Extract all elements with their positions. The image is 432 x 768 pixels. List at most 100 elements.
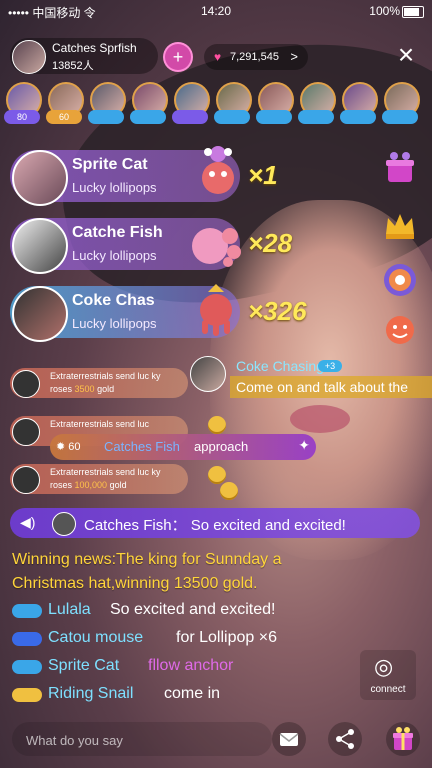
viewer-level-badge xyxy=(340,110,376,124)
viewer-avatar-item[interactable] xyxy=(382,80,420,128)
connect-button[interactable]: ◎ connect xyxy=(360,650,416,700)
viewer-avatar-item[interactable]: 60 xyxy=(46,80,84,128)
clock: 14:20 xyxy=(200,4,232,18)
coin-icon xyxy=(220,482,238,500)
host-viewer-count: 13852人 xyxy=(52,60,94,72)
host-name: Catches Sprfish xyxy=(52,41,137,55)
gift-sender-name: Coke Chas xyxy=(72,292,155,309)
banner-avatar xyxy=(52,512,76,536)
share-button[interactable] xyxy=(328,722,362,756)
background-lips xyxy=(290,405,350,433)
viewer-avatar-item[interactable] xyxy=(172,80,210,128)
chat-message: Come on and talk about the xyxy=(230,376,432,398)
host-avatar[interactable] xyxy=(12,40,46,74)
gift-sender-avatar[interactable] xyxy=(12,218,68,274)
chat-text: fllow anchor xyxy=(148,657,234,674)
level-badge: +3 xyxy=(318,360,342,372)
approach-text: approach xyxy=(194,439,249,454)
featured-chat: Coke Chasing +3 Come on and talk about t… xyxy=(190,356,432,400)
gift-multiplier: ×1 xyxy=(248,160,278,190)
gift-name: Lucky lollipops xyxy=(72,180,157,195)
chat-username[interactable]: Lulala xyxy=(48,601,91,619)
follow-button[interactable]: + xyxy=(165,44,191,70)
mail-button[interactable] xyxy=(272,722,306,756)
viewer-avatar-item[interactable] xyxy=(298,80,336,128)
status-bar: ••••• 中国移动 令 14:20 100% xyxy=(0,0,432,22)
viewer-level-badge xyxy=(298,110,334,124)
viewer-avatar-item[interactable] xyxy=(256,80,294,128)
winning-news: Winning news:The king for Sunnday a Chri… xyxy=(12,551,282,592)
viewer-avatar-item[interactable] xyxy=(130,80,168,128)
notice-avatar xyxy=(12,370,40,398)
broadcast-banner: ◀) Catches Fish： So excited and excited! xyxy=(10,508,420,538)
coins-value: 7,291,545 xyxy=(230,51,279,63)
viewer-level-badge xyxy=(256,110,292,124)
notice-text: Extraterrestrials send luc ky roses 100,… xyxy=(50,467,161,490)
chat-username[interactable]: Sprite Cat xyxy=(48,657,119,675)
viewer-avatar-item[interactable] xyxy=(214,80,252,128)
crown-icon[interactable] xyxy=(380,206,420,246)
gift-multiplier: ×326 xyxy=(248,296,307,326)
banner-text: Catches Fish： So excited and excited! xyxy=(84,517,346,534)
notice-avatar xyxy=(12,466,40,494)
heart-icon: ♥ xyxy=(214,50,222,64)
approach-username[interactable]: Catches Fish xyxy=(104,439,180,454)
level-badge: ✹ 60 xyxy=(56,441,81,453)
chat-input[interactable] xyxy=(24,728,258,752)
viewer-list: 80 60 xyxy=(2,80,432,128)
chat-text: for Lollipop ×6 xyxy=(176,629,277,646)
notice-avatar xyxy=(12,418,40,446)
chat-avatar[interactable] xyxy=(190,356,226,392)
viewer-level-badge: 80 xyxy=(4,110,40,124)
gift-name: Lucky lollipops xyxy=(72,248,157,263)
gift-notice: Extraterrestrials send luc ky roses 3500… xyxy=(10,368,188,398)
gift-row: Coke Chas Lucky lollipops xyxy=(10,284,240,342)
gift-multiplier: ×28 xyxy=(248,228,293,258)
gift-row: Sprite Cat Lucky lollipops xyxy=(10,146,240,206)
lollipop-gift-icon xyxy=(202,146,234,194)
emoji-icon[interactable] xyxy=(380,310,420,350)
mail-icon xyxy=(279,733,299,746)
user-level-badge xyxy=(12,688,42,702)
approach-notice: ✹ 60 Catches Fish approach ✦ xyxy=(50,434,316,460)
chat-username[interactable]: Riding Snail xyxy=(48,685,133,703)
lollipop-gift-icon xyxy=(192,228,241,267)
battery-icon xyxy=(402,6,424,18)
chat-username[interactable]: Catou mouse xyxy=(48,629,143,647)
connect-label: connect xyxy=(370,684,406,695)
viewer-avatar-item[interactable] xyxy=(88,80,126,128)
gift-sender-name: Sprite Cat xyxy=(72,156,148,173)
gift-box-icon xyxy=(393,727,413,750)
gift-sender-avatar[interactable] xyxy=(12,150,68,206)
chat-username[interactable]: Coke Chasing xyxy=(236,358,324,374)
chat-input-container xyxy=(12,722,272,756)
chevron-right-icon: > xyxy=(290,49,298,64)
badge-medal-icon[interactable] xyxy=(380,260,420,300)
chat-text: come in xyxy=(164,685,221,702)
user-level-badge xyxy=(12,660,42,674)
close-button[interactable]: × xyxy=(392,41,420,70)
send-gift-button[interactable] xyxy=(386,722,420,756)
user-level-badge xyxy=(12,604,42,618)
viewer-level-badge: 60 xyxy=(46,110,82,124)
live-room-screen: ••••• 中国移动 令 14:20 100% Catches Sprfish … xyxy=(0,0,432,768)
octopus-gift-icon xyxy=(200,284,232,336)
sparkle-icon: ✦ xyxy=(298,437,310,453)
notice-text: Extraterrestrials send luc xyxy=(50,419,150,429)
gift-sender-avatar[interactable] xyxy=(12,286,68,342)
viewer-level-badge xyxy=(88,110,124,124)
viewer-avatar-item[interactable] xyxy=(340,80,378,128)
host-info[interactable]: Catches Sprfish 13852人 xyxy=(10,38,158,74)
viewer-avatar-item[interactable]: 80 xyxy=(4,80,42,128)
notice-text: Extraterrestrials send luc ky roses 3500… xyxy=(50,371,161,394)
gift-row: Catche Fish Lucky lollipops xyxy=(10,218,241,274)
viewer-level-badge xyxy=(214,110,250,124)
gift-box-icon[interactable] xyxy=(380,148,420,188)
viewer-level-badge xyxy=(130,110,166,124)
coin-icon xyxy=(208,466,226,484)
coins-pill[interactable]: ♥ 7,291,545 > xyxy=(204,44,308,70)
gift-name: Lucky lollipops xyxy=(72,316,157,331)
chat-text: So excited and excited! xyxy=(110,601,276,618)
speaker-icon: ◀) xyxy=(20,514,36,530)
share-icon xyxy=(336,729,354,749)
